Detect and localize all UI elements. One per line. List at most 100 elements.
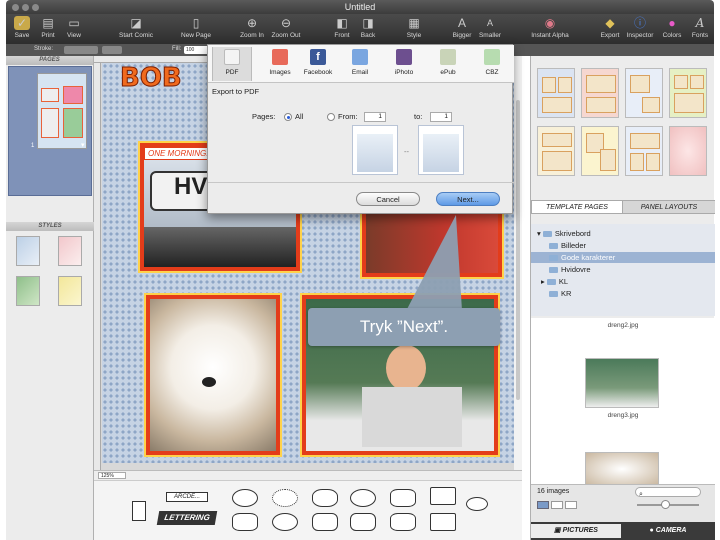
epub-icon [440,49,456,65]
page-menu-icon[interactable]: ▾ [81,141,85,149]
minimize-window-button[interactable] [22,4,29,11]
smaller-button[interactable]: A Smaller [470,16,510,39]
speech-balloon[interactable] [350,489,376,507]
zoom-select[interactable]: 125% [98,472,126,479]
thought-balloon[interactable] [312,489,338,507]
vertical-ruler [94,63,101,484]
template-page[interactable] [669,68,707,118]
list-view-icon[interactable] [551,501,563,509]
speech-balloon[interactable] [232,489,258,507]
from-page-field[interactable]: 1 [364,112,386,122]
picture-search-input[interactable]: ⌕ [635,487,701,498]
grid-view-icon[interactable] [537,501,549,509]
tree-item[interactable]: ▸ KL [541,276,715,287]
folder-icon [549,291,558,298]
new-page-icon: ▯ [192,16,200,30]
disclosure-closed-icon[interactable]: ▸ [541,277,547,286]
tab-facebook[interactable]: f Facebook [298,47,338,81]
smaller-icon: A [486,18,493,28]
cancel-button[interactable]: Cancel [356,192,420,206]
style-swatch[interactable] [16,276,40,306]
template-page[interactable] [669,126,707,176]
comic-panel[interactable] [146,295,280,455]
picture-thumbnail[interactable] [585,358,659,408]
stroke-select[interactable] [64,46,98,54]
tree-item[interactable]: ▾ Skrivebord [537,228,715,239]
shout-balloon[interactable] [390,489,416,507]
facebook-icon: f [310,49,326,65]
next-button[interactable]: Next... [436,192,500,206]
template-page[interactable] [581,126,619,176]
close-window-button[interactable] [12,4,19,11]
caption-box[interactable] [132,501,146,521]
rounded-balloon[interactable] [312,513,338,531]
new-page-button[interactable]: ▯ New Page [176,16,216,39]
zoom-in-icon: ⊕ [246,16,258,30]
photo-shadow [144,227,296,267]
slider-knob[interactable] [661,500,670,509]
shout-balloon[interactable] [390,513,416,531]
view-button[interactable]: ▭ View [54,16,94,39]
tab-pictures[interactable]: ▣ PICTURES [531,524,621,538]
panel-caption: ONE MORNING... [144,147,217,160]
shout-balloon[interactable] [232,513,258,531]
lettering-art[interactable]: LETTERING [156,511,218,525]
arcade-lettering[interactable]: ARCDE... [166,492,208,502]
zoom-out-button[interactable]: ⊖ Zoom Out [266,16,306,39]
tree-item-selected[interactable]: Gode karakterer [531,252,715,263]
box-balloon[interactable] [430,513,456,531]
template-page[interactable] [581,68,619,118]
template-page[interactable] [537,126,575,176]
style-swatch[interactable] [58,276,82,306]
tab-template-pages[interactable]: TEMPLATE PAGES [531,201,623,214]
back-button[interactable]: ◨ Back [348,16,388,39]
tab-images[interactable]: Images [260,47,300,81]
style-swatch[interactable] [58,236,82,266]
start-comic-button[interactable]: ◪ Start Comic [114,16,158,39]
email-icon [352,49,368,65]
style-button[interactable]: ▦ Style [394,16,434,39]
tab-pdf[interactable]: PDF [212,47,252,81]
canvas-status-bar: 125% [94,470,522,480]
dog-nose [202,377,216,387]
box-balloon[interactable] [430,487,456,505]
tab-iphoto[interactable]: iPhoto [384,47,424,81]
tab-email[interactable]: Email [340,47,380,81]
tab-epub[interactable]: ePub [428,47,468,81]
tree-item[interactable]: KR [549,288,715,299]
tab-cbz[interactable]: CBZ [472,47,512,81]
all-pages-radio[interactable] [284,113,292,121]
disclosure-open-icon[interactable]: ▾ [537,229,543,238]
style-swatch[interactable] [16,236,40,266]
styles-header: STYLES [6,222,94,231]
tree-item[interactable]: Hvidovre [549,264,715,275]
speech-balloon[interactable] [272,513,298,531]
whisper-balloon[interactable] [272,489,298,507]
to-page-field[interactable]: 1 [430,112,452,122]
folder-tree: ▾ Skrivebord Billeder Gode karakterer Hv… [531,224,715,316]
tree-item[interactable]: Billeder [549,240,715,251]
column-view-icon[interactable] [565,501,577,509]
instant-alpha-icon: ◉ [544,16,556,30]
back-icon: ◨ [362,16,374,30]
view-icon: ▭ [68,16,80,30]
balloon-tray: ARCDE... LETTERING [94,480,522,540]
page-thumbnail[interactable]: 1 ▾ [8,66,92,196]
stroke-color-well[interactable] [102,46,122,54]
tab-panel-layouts[interactable]: PANEL LAYOUTS [623,201,715,214]
zoom-window-button[interactable] [32,4,39,11]
page-range-radio[interactable] [327,113,335,121]
small-balloon[interactable] [466,497,488,511]
template-page[interactable] [537,68,575,118]
page-thumbnail-image [37,73,87,149]
fonts-button[interactable]: A Fonts [680,16,720,39]
instant-alpha-button[interactable]: ◉ Instant Alpha [524,16,576,39]
template-tabs: TEMPLATE PAGES PANEL LAYOUTS [531,200,715,214]
template-page[interactable] [625,126,663,176]
tab-camera[interactable]: ● CAMERA [623,524,713,538]
canvas-scroll-thumb[interactable] [516,100,520,400]
template-page[interactable] [625,68,663,118]
rounded-balloon[interactable] [350,513,376,531]
range-dash: -- [404,147,409,156]
picture-thumbnail[interactable] [585,452,659,484]
